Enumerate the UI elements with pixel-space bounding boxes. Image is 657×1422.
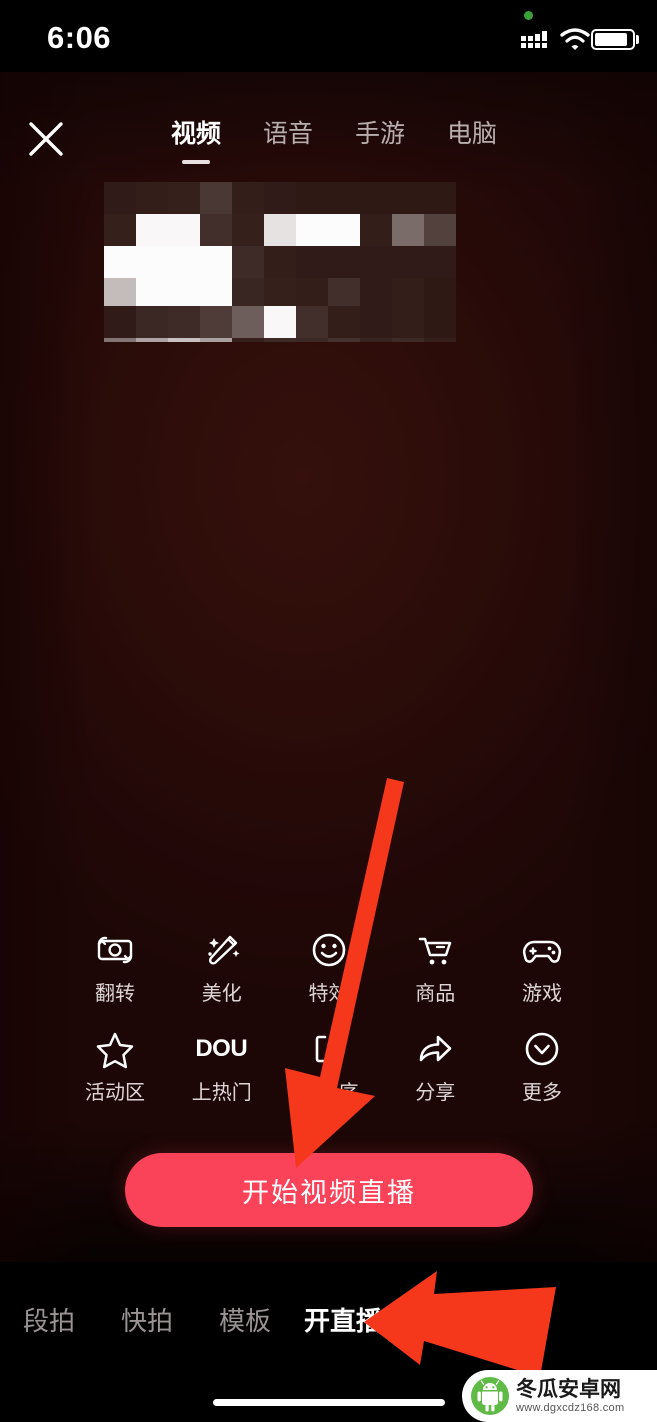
- green-status-dot: [524, 11, 533, 20]
- start-video-live-label: 开始视频直播: [242, 1177, 416, 1209]
- tool-share[interactable]: 分享: [392, 1027, 478, 1104]
- home-indicator: [212, 1399, 445, 1406]
- mode-tab-template[interactable]: 模板: [196, 1306, 294, 1338]
- phone-screen: 6:06 视频 语音 手游 电脑 翻转 美化 特效 商品 游戏 活动区 DOU …: [0, 0, 657, 1422]
- start-video-live-button[interactable]: 开始视频直播: [125, 1153, 533, 1227]
- pixelated-mosaic-strip: [104, 306, 456, 338]
- tool-dou-plus[interactable]: DOU 上热门: [179, 1027, 265, 1104]
- tool-more-label: 更多: [522, 1080, 562, 1104]
- tool-effects[interactable]: 特效: [286, 928, 372, 1005]
- chevron-down-circle-icon: [520, 1027, 564, 1071]
- mini-program-icon: [307, 1027, 351, 1071]
- watermark-text: 冬瓜安卓网 www.dgxcdz168.com: [516, 1376, 625, 1415]
- tool-dou-plus-label: 上热门: [191, 1080, 252, 1104]
- site-watermark: 冬瓜安卓网 www.dgxcdz168.com: [462, 1370, 657, 1422]
- smiley-effects-icon: [307, 928, 351, 972]
- star-icon: [93, 1027, 137, 1071]
- tab-pc-label: 电脑: [446, 119, 497, 148]
- share-arrow-icon: [413, 1027, 457, 1071]
- tool-share-label: 分享: [415, 1080, 456, 1104]
- mode-tab-segment-shot[interactable]: 段拍: [0, 1306, 98, 1338]
- tab-voice[interactable]: 语音: [242, 117, 334, 151]
- tool-mini-program-label: 小程序: [298, 1080, 359, 1104]
- tool-games-label: 游戏: [522, 981, 562, 1005]
- tool-products[interactable]: 商品: [392, 928, 478, 1005]
- dou-plus-logo: DOU: [195, 1027, 247, 1071]
- tool-activity-zone-label: 活动区: [85, 1080, 145, 1104]
- camera-flip-icon: [93, 928, 137, 972]
- android-robot-icon: [471, 1377, 509, 1415]
- tool-row-2: 活动区 DOU 上热门 小程序 分享 更多: [0, 1027, 657, 1104]
- mode-tab-start-live[interactable]: 开直播: [294, 1306, 392, 1338]
- tool-beautify[interactable]: 美化: [179, 928, 265, 1005]
- tool-effects-label: 特效: [308, 981, 349, 1005]
- tool-beautify-label: 美化: [201, 981, 242, 1005]
- tool-more[interactable]: 更多: [499, 1027, 585, 1104]
- gamepad-icon: [520, 928, 564, 972]
- close-x-icon[interactable]: [27, 120, 65, 158]
- tab-voice-label: 语音: [262, 119, 313, 148]
- status-bar: 6:06: [0, 0, 657, 72]
- shopping-cart-icon: [413, 928, 457, 972]
- tab-active-underline: [182, 160, 210, 164]
- tool-flip[interactable]: 翻转: [72, 928, 158, 1005]
- tab-mobile-game-label: 手游: [354, 119, 405, 148]
- tab-pc[interactable]: 电脑: [426, 117, 518, 151]
- mode-tabs: 段拍 快拍 模板 开直播: [0, 1306, 657, 1338]
- tool-flip-label: 翻转: [95, 981, 135, 1005]
- tab-video-label: 视频: [170, 119, 221, 148]
- tool-row-1: 翻转 美化 特效 商品 游戏: [0, 928, 657, 1005]
- live-type-tabs: 视频 语音 手游 电脑: [150, 117, 518, 164]
- tab-video[interactable]: 视频: [150, 117, 242, 164]
- battery-icon: [591, 29, 635, 50]
- top-bar: 视频 语音 手游 电脑: [0, 72, 657, 182]
- status-time: 6:06: [47, 20, 112, 55]
- tool-games[interactable]: 游戏: [499, 928, 585, 1005]
- tab-mobile-game[interactable]: 手游: [334, 117, 426, 151]
- tool-mini-program[interactable]: 小程序: [286, 1027, 372, 1104]
- cellular-signal-icon: [521, 31, 547, 48]
- magic-wand-beautify-icon: [200, 928, 244, 972]
- watermark-title: 冬瓜安卓网: [516, 1376, 621, 1401]
- mode-tab-quick-shot[interactable]: 快拍: [98, 1306, 196, 1338]
- tool-products-label: 商品: [415, 981, 456, 1005]
- battery-cap: [636, 35, 639, 44]
- tool-activity-zone[interactable]: 活动区: [72, 1027, 158, 1104]
- tool-grid: 翻转 美化 特效 商品 游戏 活动区 DOU 上热门 小程序 分享 更多: [0, 928, 657, 1126]
- watermark-url: www.dgxcdz168.com: [516, 1401, 625, 1414]
- wifi-icon: [560, 28, 590, 50]
